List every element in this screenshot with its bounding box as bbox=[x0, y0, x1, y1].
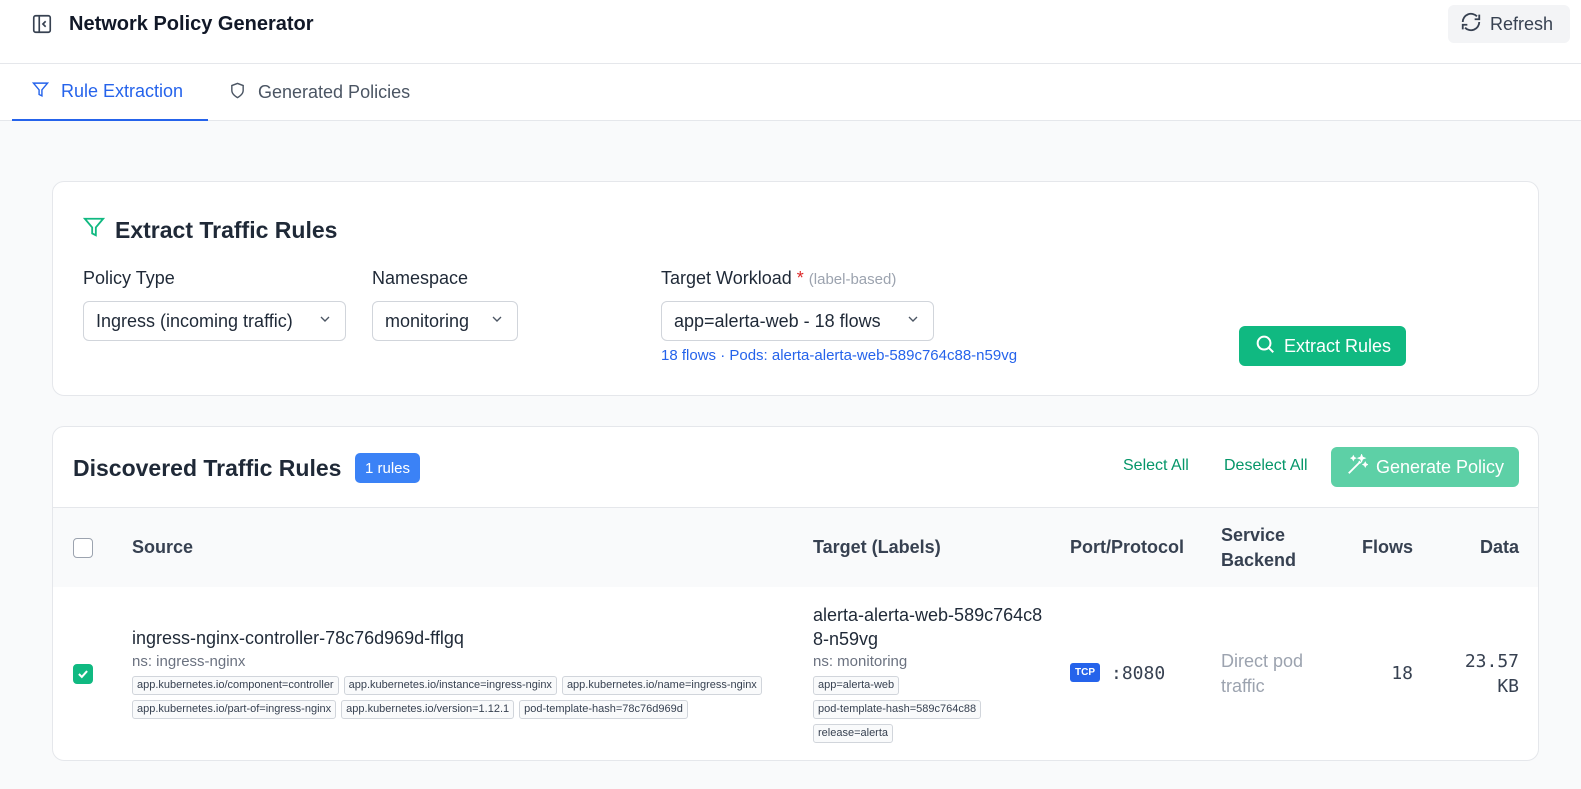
label-chip: app.kubernetes.io/instance=ingress-nginx bbox=[343, 676, 557, 695]
tab-label: Rule Extraction bbox=[61, 81, 184, 101]
label-chip: release=alerta bbox=[813, 724, 894, 743]
target-labels: app=alerta-web pod-template-hash=589c764… bbox=[813, 676, 1003, 743]
table-header: Source Target (Labels) Port/Protocol Ser… bbox=[53, 507, 1538, 587]
rules-count-badge: 1 rules bbox=[355, 453, 421, 483]
column-target: Target (Labels) bbox=[813, 537, 941, 557]
tab-generated-policies[interactable]: Generated Policies bbox=[229, 64, 439, 121]
data-size: 23.57 KB bbox=[1464, 651, 1519, 697]
target-name: alerta-alerta-web-589c764c88-n59vg bbox=[813, 605, 1043, 649]
column-backend-line1: Service bbox=[1221, 525, 1286, 545]
filter-icon bbox=[82, 216, 106, 244]
workload-info: 18 flows · Pods: alerta-alerta-web-589c7… bbox=[661, 347, 1018, 364]
extract-rules-label: Extract Rules bbox=[1283, 335, 1392, 356]
label-chip: app.kubernetes.io/component=controller bbox=[132, 676, 339, 695]
select-all-checkbox[interactable] bbox=[73, 538, 93, 558]
namespace-label: Namespace bbox=[372, 268, 469, 288]
workload-select[interactable]: app=alerta-web - 18 flows bbox=[661, 301, 934, 341]
source-labels: app.kubernetes.io/component=controller a… bbox=[132, 676, 772, 719]
extract-section-title: Extract Traffic Rules bbox=[82, 216, 338, 244]
label-chip: app.kubernetes.io/name=ingress-nginx bbox=[561, 676, 762, 695]
tab-label: Generated Policies bbox=[258, 82, 411, 102]
label-chip: app.kubernetes.io/version=1.12.1 bbox=[341, 700, 515, 719]
target-namespace: ns: monitoring bbox=[813, 653, 908, 670]
generate-policy-button[interactable]: Generate Policy bbox=[1331, 447, 1519, 487]
flows-count: 18 bbox=[1391, 663, 1413, 684]
search-icon bbox=[1254, 333, 1276, 360]
column-flows: Flows bbox=[1361, 537, 1413, 557]
port-value: :8080 bbox=[1111, 663, 1166, 684]
refresh-button[interactable]: Refresh bbox=[1448, 5, 1570, 43]
column-port: Port/Protocol bbox=[1070, 537, 1185, 557]
namespace-select[interactable]: monitoring bbox=[372, 301, 518, 341]
tab-bar: Rule Extraction Generated Policies bbox=[0, 64, 1581, 121]
label-chip: app.kubernetes.io/part-of=ingress-nginx bbox=[132, 700, 337, 719]
refresh-icon bbox=[1460, 11, 1482, 38]
magic-wand-icon bbox=[1346, 452, 1369, 481]
workload-label: Target Workload * (label-based) bbox=[661, 268, 896, 289]
app-title: Network Policy Generator bbox=[69, 13, 314, 35]
policy-type-select[interactable]: Ingress (incoming traffic) bbox=[83, 301, 346, 341]
column-data: Data bbox=[1479, 537, 1519, 557]
select-all-button[interactable]: Select All bbox=[1123, 457, 1189, 475]
filter-icon bbox=[31, 81, 50, 103]
check-icon bbox=[78, 670, 88, 679]
workload-label-text: Target Workload bbox=[661, 268, 792, 288]
table-row[interactable]: ingress-nginx-controller-78c76d969d-fflg… bbox=[53, 587, 1538, 760]
discovered-rules-card: Discovered Traffic Rules 1 rules Select … bbox=[52, 426, 1539, 761]
sidebar-toggle-icon[interactable] bbox=[30, 12, 54, 36]
column-source: Source bbox=[132, 537, 194, 557]
chevron-down-icon bbox=[489, 311, 505, 332]
top-bar: Network Policy Generator Refresh bbox=[0, 0, 1581, 64]
extract-rules-card: Extract Traffic Rules Policy Type Ingres… bbox=[52, 181, 1539, 396]
deselect-all-button[interactable]: Deselect All bbox=[1224, 457, 1308, 475]
chevron-down-icon bbox=[905, 311, 921, 332]
policy-type-label: Policy Type bbox=[83, 268, 175, 288]
required-mark: * bbox=[796, 268, 804, 288]
chevron-down-icon bbox=[317, 311, 333, 332]
extract-rules-button[interactable]: Extract Rules bbox=[1239, 326, 1406, 366]
rules-title: Discovered Traffic Rules bbox=[73, 455, 342, 481]
service-backend: Direct pod traffic bbox=[1221, 651, 1304, 696]
source-name: ingress-nginx-controller-78c76d969d-fflg… bbox=[132, 628, 464, 648]
label-chip: pod-template-hash=78c76d969d bbox=[519, 700, 688, 719]
policy-type-value: Ingress (incoming traffic) bbox=[96, 310, 293, 331]
protocol-badge: TCP bbox=[1070, 663, 1100, 682]
source-namespace: ns: ingress-nginx bbox=[132, 653, 246, 670]
extract-title-text: Extract Traffic Rules bbox=[115, 216, 338, 243]
workload-value: app=alerta-web - 18 flows bbox=[674, 310, 881, 331]
column-backend-line2: Backend bbox=[1221, 550, 1297, 570]
generate-policy-label: Generate Policy bbox=[1375, 456, 1505, 477]
refresh-label: Refresh bbox=[1490, 13, 1554, 34]
label-chip: app=alerta-web bbox=[813, 676, 900, 695]
shield-icon bbox=[229, 82, 246, 104]
workload-hint: (label-based) bbox=[808, 271, 897, 288]
row-checkbox[interactable] bbox=[73, 664, 93, 684]
label-chip: pod-template-hash=589c764c88 bbox=[813, 700, 982, 719]
namespace-value: monitoring bbox=[385, 310, 470, 331]
tab-rule-extraction[interactable]: Rule Extraction bbox=[12, 64, 208, 121]
column-backend: Service Backend bbox=[1221, 523, 1296, 573]
